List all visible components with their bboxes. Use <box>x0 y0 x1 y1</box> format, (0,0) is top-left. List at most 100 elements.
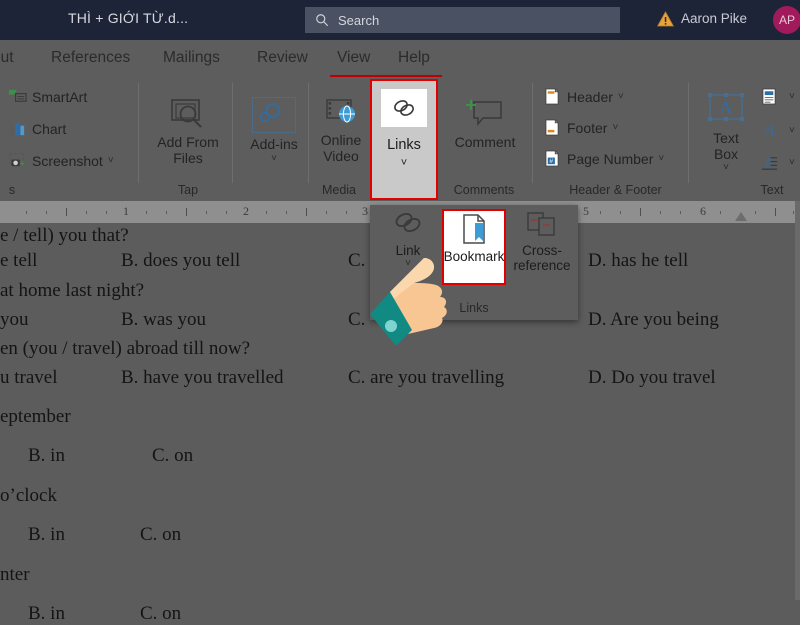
links-icon-frame <box>381 89 427 127</box>
avatar[interactable]: AP <box>773 6 800 34</box>
smartart-button[interactable]: SmartArt <box>8 87 87 106</box>
page-number-button[interactable]: # Page Number ˅ <box>543 149 664 168</box>
tab-review[interactable]: Review <box>257 49 308 67</box>
chevron-down-icon[interactable]: ˅ <box>271 153 277 164</box>
links-ribbon-button[interactable]: Links ˅ <box>370 79 438 200</box>
title-bar: THÌ + GIỚI TỪ.d... Search Aaron Pike AP <box>0 0 800 40</box>
chevron-down-icon[interactable]: ˅ <box>789 157 795 168</box>
header-icon <box>545 88 559 105</box>
chevron-down-icon[interactable]: ˅ <box>789 91 795 102</box>
quick-parts-icon <box>762 88 776 105</box>
document-line: B. does you tell <box>121 250 241 271</box>
addins-button[interactable]: Add-ins ˅ <box>244 97 304 164</box>
tab-help[interactable]: Help <box>398 49 430 67</box>
chevron-down-icon[interactable]: ˅ <box>612 122 618 133</box>
svg-text:#: # <box>549 158 553 165</box>
group-divider <box>232 83 233 183</box>
smartart-icon <box>8 89 27 102</box>
document-line: at home last night? <box>0 280 145 301</box>
screenshot-icon <box>9 153 25 167</box>
smartart-label: SmartArt <box>32 88 88 105</box>
comment-button[interactable]: Comment <box>448 97 522 151</box>
hand-pointer-cursor <box>370 258 447 346</box>
ribbon-tab-strip: out References Mailings Review View Help <box>0 40 800 77</box>
document-line: eptember <box>0 406 71 427</box>
svg-text:A: A <box>720 98 733 118</box>
tab-references[interactable]: References <box>51 49 130 67</box>
user-name-label[interactable]: Aaron Pike <box>681 11 747 26</box>
svg-text:A: A <box>764 123 775 140</box>
ruler-number: 3 <box>362 204 368 218</box>
link-chain-icon <box>395 212 421 233</box>
online-video-button[interactable]: Online Video <box>312 97 370 164</box>
comment-label: Comment <box>454 134 516 150</box>
screenshot-button[interactable]: Screenshot ˅ <box>8 151 114 170</box>
ruler-number: 5 <box>583 204 589 218</box>
links-ribbon-button-label: Links <box>387 137 421 153</box>
page-number-icon: # <box>545 150 559 167</box>
illustrations-group-label: s <box>8 183 16 197</box>
online-video-icon <box>326 99 355 123</box>
addins-icon <box>259 102 280 123</box>
tab-layout[interactable]: out <box>0 49 14 67</box>
footer-button[interactable]: Footer ˅ <box>543 118 618 137</box>
add-from-files-icon <box>171 99 202 128</box>
page-number-label: Page Number <box>567 150 654 167</box>
document-line: C. <box>348 250 366 271</box>
search-icon <box>316 14 329 27</box>
document-line: B. in <box>28 524 65 545</box>
chevron-down-icon[interactable]: ˅ <box>658 153 664 164</box>
screenshot-label: Screenshot <box>32 152 103 169</box>
links-chain-icon <box>394 100 414 116</box>
document-line: you <box>0 309 29 330</box>
ruler-number: 2 <box>243 204 249 218</box>
text-box-button[interactable]: A Text Box ˅ <box>700 91 752 174</box>
document-line: C. on <box>140 524 182 545</box>
cross-reference-icon <box>527 212 555 236</box>
add-from-files-button[interactable]: Add From Files <box>152 97 224 166</box>
chart-icon <box>9 122 25 136</box>
quick-parts-button[interactable]: ˅ <box>760 87 795 106</box>
header-button[interactable]: Header ˅ <box>543 87 624 106</box>
document-line: B. have you travelled <box>121 367 284 388</box>
document-line: C. <box>348 309 366 330</box>
header-footer-group-label: Header & Footer <box>569 183 662 197</box>
chevron-down-icon[interactable]: ˅ <box>789 125 795 136</box>
group-divider <box>138 83 139 183</box>
comments-group-label: Comments <box>453 183 515 197</box>
chart-label: Chart <box>32 120 67 137</box>
chevron-down-icon[interactable]: ˅ <box>108 155 114 166</box>
tab-mailings[interactable]: Mailings <box>163 49 220 67</box>
ruler-number: 6 <box>700 204 706 218</box>
warning-icon[interactable] <box>657 11 674 27</box>
add-from-files-label: Add From Files <box>157 134 219 166</box>
chart-button[interactable]: Chart <box>8 119 66 138</box>
document-line: D. Are you being <box>588 309 719 330</box>
tab-view[interactable]: View <box>337 49 370 67</box>
wordart-button[interactable]: A ˅ <box>760 121 795 140</box>
document-line: C. are you travelling <box>348 367 505 388</box>
bookmark-icon <box>463 214 485 244</box>
document-line: C. on <box>152 445 194 466</box>
chevron-down-icon[interactable]: ˅ <box>618 91 624 102</box>
document-line: e / tell) you that? <box>0 225 129 246</box>
group-divider <box>308 83 309 183</box>
document-line: C. on <box>140 603 182 624</box>
addins-label: Add-ins <box>250 136 298 152</box>
chevron-down-icon[interactable]: ˅ <box>723 162 729 173</box>
chevron-down-icon[interactable]: ˅ <box>401 157 407 169</box>
drop-cap-button[interactable]: A ˅ <box>760 153 795 172</box>
wordart-icon: A <box>764 123 775 140</box>
drop-cap-icon: A <box>761 155 778 170</box>
text-group-label: Text <box>760 183 784 197</box>
search-input[interactable]: Search <box>305 7 620 33</box>
document-line: u travel <box>0 367 58 388</box>
group-divider <box>532 83 533 183</box>
addins-icon-frame <box>252 97 296 133</box>
menu-item-cross-reference[interactable]: Cross-reference <box>510 209 574 273</box>
document-line: B. in <box>28 445 65 466</box>
indent-marker[interactable] <box>735 212 747 221</box>
document-line: D. has he tell <box>588 250 689 271</box>
vertical-scrollbar[interactable] <box>795 201 800 600</box>
search-placeholder: Search <box>338 12 380 28</box>
